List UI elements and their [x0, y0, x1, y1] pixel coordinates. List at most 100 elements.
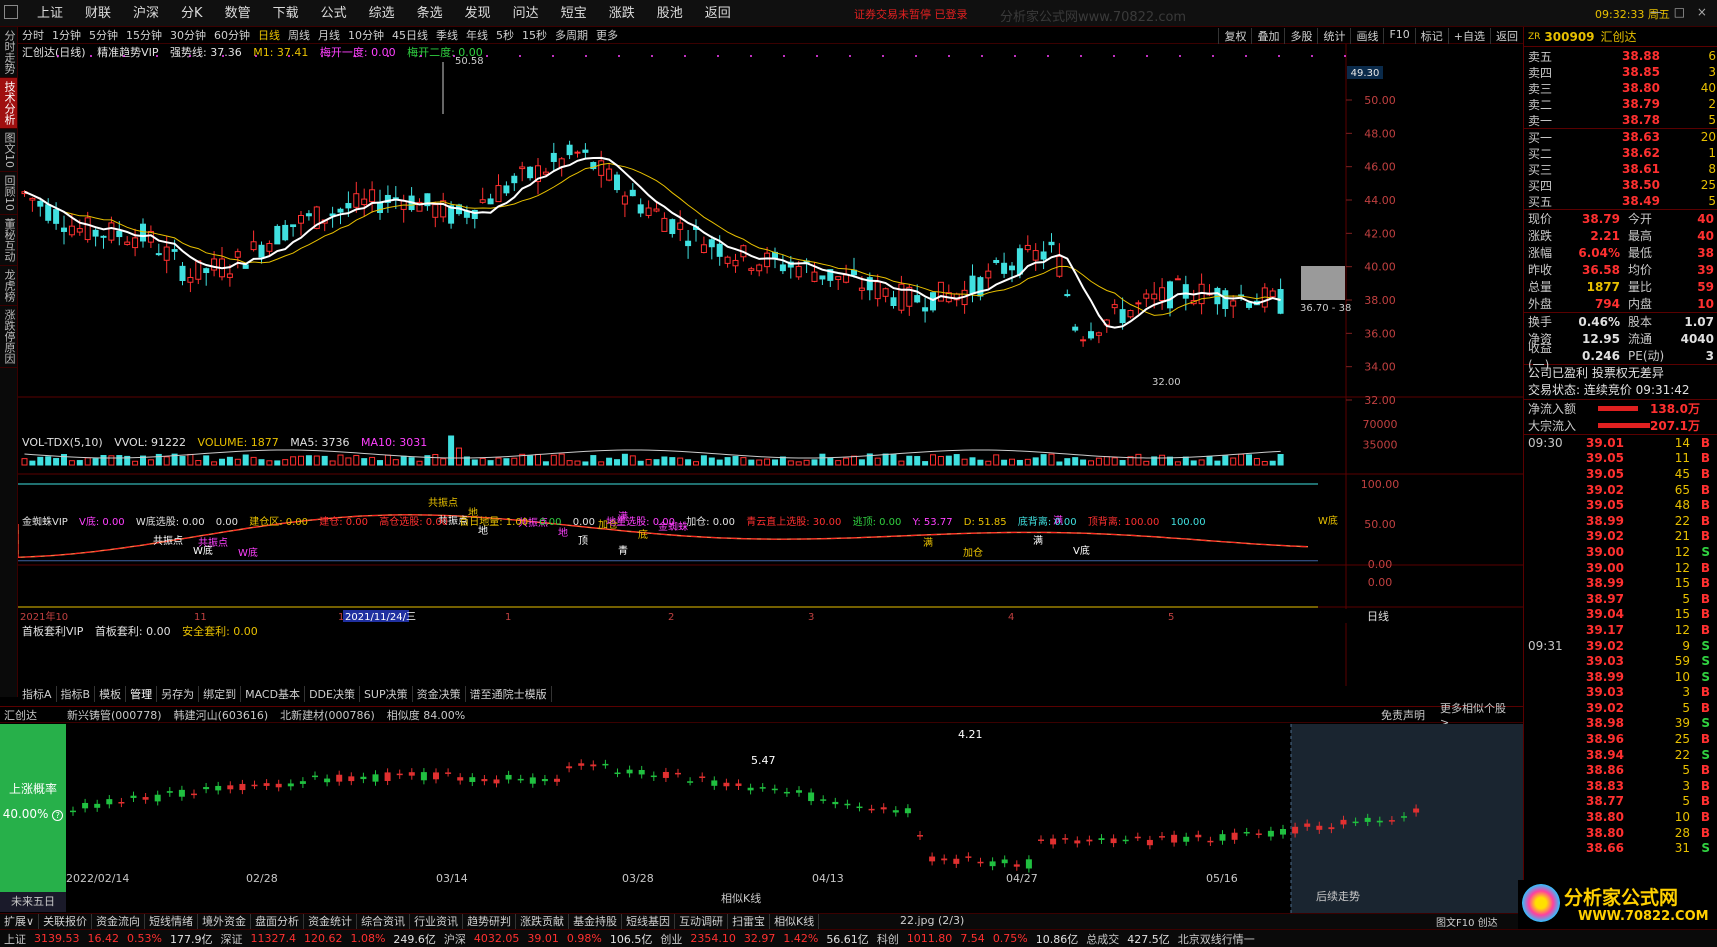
bottom-tab-0[interactable]: 扩展∨ — [0, 914, 40, 929]
indicator-tab-9[interactable]: 资金决策 — [413, 686, 466, 702]
indicator-tab-5[interactable]: 绑定到 — [199, 686, 242, 702]
period-6[interactable]: 日线 — [258, 27, 280, 43]
kc-label[interactable]: 科创 — [877, 931, 899, 947]
menu-item-2[interactable]: 沪深 — [122, 4, 170, 23]
period-0[interactable]: 分时 — [22, 27, 44, 43]
left-tab-3[interactable]: 回顾10 — [0, 172, 17, 215]
cy-label[interactable]: 创业 — [660, 931, 682, 947]
bids-price[interactable]: 38.50 — [1584, 178, 1660, 192]
bids-price[interactable]: 38.61 — [1584, 162, 1660, 176]
asks-price[interactable]: 38.78 — [1584, 113, 1660, 127]
asks-price[interactable]: 38.85 — [1584, 65, 1660, 79]
menu-item-6[interactable]: 公式 — [310, 4, 358, 23]
asks-price[interactable]: 38.80 — [1584, 81, 1660, 95]
period-1[interactable]: 1分钟 — [52, 27, 81, 43]
stock-code[interactable]: 300909 — [1544, 30, 1594, 44]
left-tab-2[interactable]: 图文10 — [0, 129, 17, 172]
bottom-tab-1[interactable]: 关联报价 — [39, 914, 93, 929]
period-11[interactable]: 季线 — [436, 27, 458, 43]
period-12[interactable]: 年线 — [466, 27, 488, 43]
indicator-tab-7[interactable]: DDE决策 — [305, 686, 360, 702]
menu-item-3[interactable]: 分K — [170, 4, 214, 23]
menu-item-13[interactable]: 股池 — [646, 4, 694, 23]
sz-label[interactable]: 深证 — [220, 931, 242, 947]
bottom-tab-6[interactable]: 资金统计 — [304, 914, 358, 929]
period-16[interactable]: 更多 — [596, 27, 618, 43]
indicator-tab-4[interactable]: 另存为 — [157, 686, 200, 702]
tool-1[interactable]: 叠加 — [1251, 28, 1284, 44]
tool-7[interactable]: +自选 — [1447, 28, 1490, 44]
period-9[interactable]: 10分钟 — [348, 27, 384, 43]
period-14[interactable]: 15秒 — [522, 27, 547, 43]
tool-6[interactable]: 标记 — [1414, 28, 1448, 44]
sh-label[interactable]: 上证 — [4, 931, 26, 947]
asks-price[interactable]: 38.79 — [1584, 97, 1660, 111]
hs-label[interactable]: 沪深 — [444, 931, 466, 947]
spider-title[interactable]: 金蜘蛛VIP — [22, 517, 68, 528]
indicator-tab-0[interactable]: 指标A — [18, 686, 57, 702]
bids-price[interactable]: 38.62 — [1584, 146, 1660, 160]
indicator-tab-2[interactable]: 模板 — [95, 686, 127, 702]
right-tab-label[interactable]: 图文F10 创达 — [1436, 914, 1498, 929]
period-15[interactable]: 多周期 — [555, 27, 588, 43]
bottom-tab-8[interactable]: 行业资讯 — [410, 914, 464, 929]
bottom-tab-12[interactable]: 短线基因 — [622, 914, 676, 929]
menu-item-14[interactable]: 返回 — [694, 4, 742, 23]
menu-item-7[interactable]: 综选 — [358, 4, 406, 23]
period-5[interactable]: 60分钟 — [214, 27, 250, 43]
menu-item-12[interactable]: 涨跌 — [598, 4, 646, 23]
tool-8[interactable]: 返回 — [1490, 28, 1523, 44]
disclaimer-link[interactable]: 免责声明 — [1381, 707, 1425, 723]
left-tab-0[interactable]: 分时走势 — [0, 27, 17, 78]
vol-title[interactable]: VOL-TDX(5,10) — [22, 436, 103, 449]
period-4[interactable]: 30分钟 — [170, 27, 206, 43]
bottom-tab-11[interactable]: 基金持股 — [569, 914, 623, 929]
menu-item-11[interactable]: 短宝 — [550, 4, 598, 23]
menu-item-5[interactable]: 下载 — [262, 4, 310, 23]
bottom-tab-14[interactable]: 扫雷宝 — [728, 914, 771, 929]
period-3[interactable]: 15分钟 — [126, 27, 162, 43]
sim-stock-3[interactable]: 北新建材(000786) — [280, 707, 375, 723]
help-icon[interactable]: ? — [52, 810, 64, 821]
sim-stock-2[interactable]: 韩建河山(603616) — [174, 707, 269, 723]
kline-chart-area[interactable]: 50.0048.0046.0044.0042.0040.0038.0036.00… — [18, 44, 1523, 708]
sim-stock-1[interactable]: 新兴铸管(000778) — [67, 707, 162, 723]
menu-item-4[interactable]: 数管 — [214, 4, 262, 23]
period-10[interactable]: 45日线 — [392, 27, 428, 43]
bottom-tab-9[interactable]: 趋势研判 — [463, 914, 517, 929]
bids-price[interactable]: 38.49 — [1584, 194, 1660, 208]
left-tab-1[interactable]: 技术分析 — [0, 78, 17, 129]
bottom-tab-4[interactable]: 境外资金 — [198, 914, 252, 929]
bids-price[interactable]: 38.63 — [1584, 130, 1660, 144]
bottom-tab-15[interactable]: 相似K线 — [770, 914, 820, 929]
indicator-tab-3[interactable]: 管理 — [126, 686, 158, 702]
period-7[interactable]: 周线 — [288, 27, 310, 43]
menu-item-0[interactable]: 上证 — [26, 4, 74, 23]
menu-icon[interactable] — [4, 5, 18, 19]
left-tab-6[interactable]: 涨跌停原因 — [0, 306, 17, 368]
period-8[interactable]: 月线 — [318, 27, 340, 43]
tool-2[interactable]: 多股 — [1284, 28, 1317, 44]
period-13[interactable]: 5秒 — [496, 27, 514, 43]
bottom-tab-5[interactable]: 盘面分析 — [251, 914, 305, 929]
left-tab-5[interactable]: 龙虎榜 — [0, 266, 17, 306]
period-2[interactable]: 5分钟 — [89, 27, 118, 43]
tool-5[interactable]: F10 — [1383, 28, 1414, 44]
north-label[interactable]: 北京双线行情一 — [1178, 931, 1255, 947]
indicator-tab-1[interactable]: 指标B — [57, 686, 96, 702]
left-tab-4[interactable]: 董秘互动 — [0, 215, 17, 266]
tick-list[interactable]: 09:30 39.01 14 B 39.05 11 B 39.05 45 B 39.02 65 B 39.… — [1524, 435, 1717, 856]
asks-price[interactable]: 38.88 — [1584, 49, 1660, 63]
bottom-tab-7[interactable]: 综合资讯 — [357, 914, 411, 929]
window-controls[interactable]: — □ × — [1650, 5, 1711, 19]
indicator-tab-8[interactable]: SUP决策 — [360, 686, 413, 702]
tool-3[interactable]: 统计 — [1317, 28, 1350, 44]
bottom-tab-10[interactable]: 涨跌贡献 — [516, 914, 570, 929]
indicator-tab-6[interactable]: MACD基本 — [241, 686, 306, 702]
bottom-tab-2[interactable]: 资金流向 — [92, 914, 146, 929]
bottom-tab-3[interactable]: 短线情绪 — [145, 914, 199, 929]
menu-item-8[interactable]: 条选 — [406, 4, 454, 23]
menu-item-1[interactable]: 财联 — [74, 4, 122, 23]
arb-title[interactable]: 首板套利VIP — [22, 625, 83, 638]
menu-item-10[interactable]: 问达 — [502, 4, 550, 23]
